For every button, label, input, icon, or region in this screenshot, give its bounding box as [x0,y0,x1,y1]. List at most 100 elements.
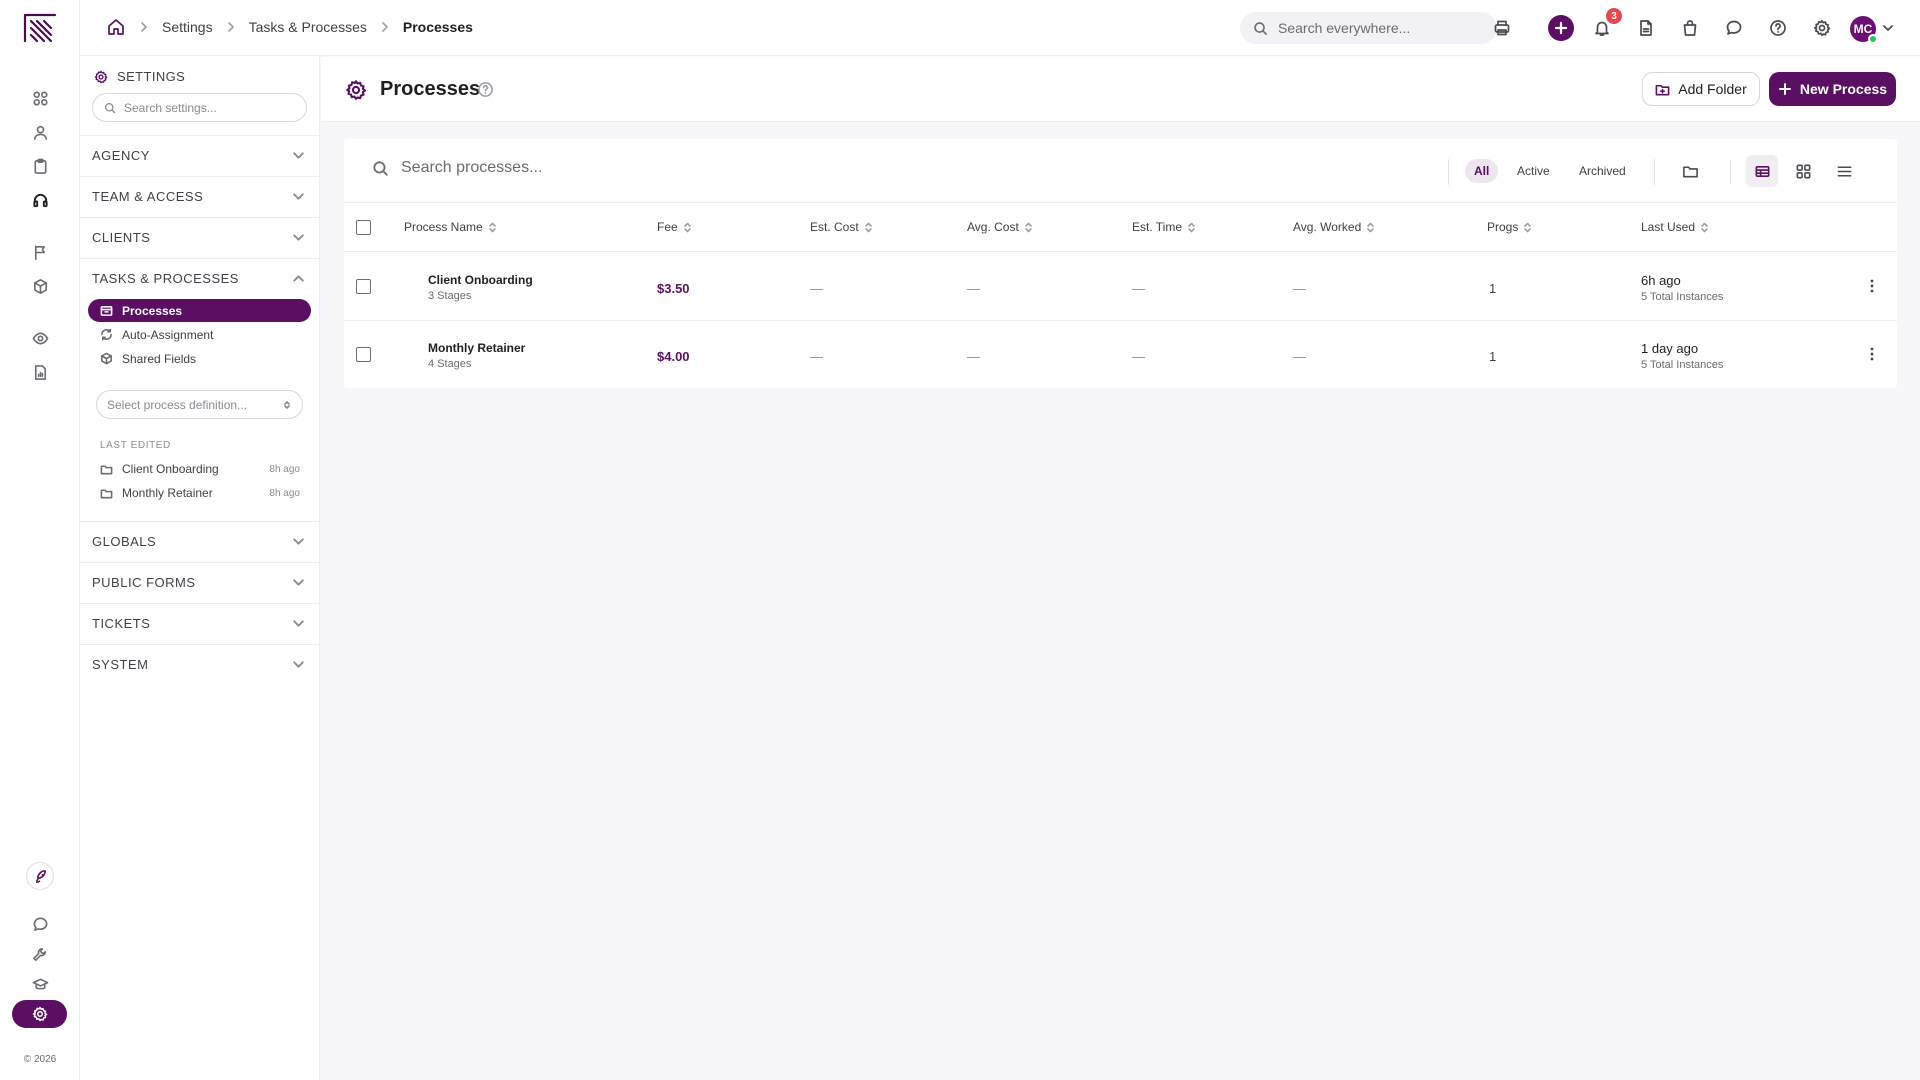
recent-item-time: 8h ago [269,487,300,499]
add-folder-button[interactable]: Add Folder [1642,72,1760,106]
process-fee: $4.00 [657,349,690,364]
wrench-icon[interactable] [28,942,52,966]
row-checkbox[interactable] [356,347,371,362]
quick-add-button[interactable] [1548,15,1574,41]
process-definition-select[interactable]: Select process definition... [96,390,303,419]
section-system[interactable]: SYSTEM [80,644,319,684]
section-label: PUBLIC FORMS [92,575,196,590]
col-last-used[interactable]: Last Used [1641,220,1709,234]
process-est-time: — [1132,281,1145,296]
chevron-down-icon [293,620,304,627]
app-rail: © 2026 [0,0,80,1080]
col-avg-worked[interactable]: Avg. Worked [1293,220,1375,234]
messages-icon[interactable] [1722,16,1746,40]
breadcrumb-tasks-processes[interactable]: Tasks & Processes [249,19,367,35]
col-est-cost[interactable]: Est. Cost [810,220,873,234]
gear-icon [32,1006,47,1022]
support-headset-icon[interactable] [28,188,52,212]
folder-icon [100,464,113,474]
sidebar-item-auto-assignment[interactable]: Auto-Assignment [88,323,311,346]
section-label: SYSTEM [92,657,149,672]
section-tasks-processes[interactable]: TASKS & PROCESSES [80,258,319,298]
processes-card: All Active Archived Process Name Fee Est… [344,139,1897,388]
section-globals[interactable]: GLOBALS [80,521,319,561]
filter-archived[interactable]: Archived [1570,159,1635,183]
global-search[interactable] [1240,12,1497,44]
shopping-bag-icon[interactable] [1678,16,1702,40]
process-name[interactable]: Client Onboarding [428,273,533,287]
user-avatar[interactable]: MC [1850,16,1878,44]
settings-nav-button[interactable] [12,1000,67,1028]
table-row[interactable]: Monthly Retainer 4 Stages $4.00 — — — — … [344,321,1897,389]
column-label: Avg. Cost [967,220,1019,234]
gear-icon [94,70,108,83]
plus-icon [1554,21,1568,35]
recent-item[interactable]: Client Onboarding 8h ago [100,459,300,479]
section-clients[interactable]: CLIENTS [80,217,319,257]
chevron-right-icon [141,22,147,32]
rocket-icon[interactable] [26,862,54,890]
home-icon[interactable] [106,17,126,37]
section-team-access[interactable]: TEAM & ACCESS [80,176,319,216]
folder-view-icon[interactable] [1677,158,1703,184]
chevron-down-icon[interactable] [1882,22,1894,34]
section-agency[interactable]: AGENCY [80,135,319,175]
sidebar-item-label: Shared Fields [122,351,197,366]
settings-search-input[interactable] [124,100,294,115]
more-vertical-icon[interactable] [1863,277,1881,295]
row-checkbox[interactable] [356,279,371,294]
select-all-checkbox[interactable] [356,220,371,235]
flag-icon[interactable] [28,240,52,264]
printer-icon[interactable] [1490,16,1514,40]
filter-active[interactable]: Active [1508,159,1559,183]
graduation-cap-icon[interactable] [28,972,52,996]
settings-search[interactable] [92,93,307,122]
help-circle-icon[interactable] [477,81,494,98]
list-view-icon[interactable] [1831,158,1857,184]
new-process-button[interactable]: New Process [1769,72,1896,106]
report-icon[interactable] [28,360,52,384]
section-public-forms[interactable]: PUBLIC FORMS [80,562,319,602]
package-icon[interactable] [28,274,52,298]
folder-plus-icon [1655,84,1670,95]
sidebar-item-processes[interactable]: Processes [88,299,311,322]
app-logo[interactable] [22,12,58,44]
filter-all[interactable]: All [1465,159,1499,183]
sort-icon [1367,222,1375,232]
recent-item[interactable]: Monthly Retainer 8h ago [100,483,300,503]
contacts-icon[interactable] [28,120,52,144]
table-view-icon[interactable] [1746,155,1778,187]
col-process-name[interactable]: Process Name [404,220,497,234]
column-label: Progs [1487,220,1519,234]
section-label: AGENCY [92,148,150,163]
grid-view-icon[interactable] [1790,158,1816,184]
section-tickets[interactable]: TICKETS [80,603,319,643]
col-fee[interactable]: Fee [657,220,692,234]
col-est-time[interactable]: Est. Time [1132,220,1196,234]
chevron-up-icon [293,275,304,282]
sort-icon [864,222,872,232]
table-header: Process Name Fee Est. Cost Avg. Cost Est… [344,203,1897,252]
gear-icon [346,80,367,100]
process-search-input[interactable] [401,159,901,177]
global-search-input[interactable] [1278,20,1468,36]
settings-gear-icon[interactable] [1810,16,1834,40]
col-avg-cost[interactable]: Avg. Cost [967,220,1033,234]
col-progs[interactable]: Progs [1487,220,1532,234]
table-row[interactable]: Client Onboarding 3 Stages $3.50 — — — —… [344,253,1897,321]
process-search[interactable] [372,159,901,177]
process-avg-cost: — [967,349,980,364]
sidebar-item-shared-fields[interactable]: Shared Fields [88,347,311,370]
chevron-down-icon [293,193,304,200]
search-icon [105,102,116,113]
document-icon[interactable] [1634,16,1658,40]
dashboard-icon[interactable] [28,86,52,110]
chat-icon[interactable] [28,912,52,936]
more-vertical-icon[interactable] [1863,345,1881,363]
help-icon[interactable] [1766,16,1790,40]
process-name[interactable]: Monthly Retainer [428,341,525,355]
eye-icon[interactable] [28,326,52,350]
breadcrumb-settings[interactable]: Settings [162,19,213,35]
divider [1730,159,1731,185]
clipboard-icon[interactable] [28,154,52,178]
